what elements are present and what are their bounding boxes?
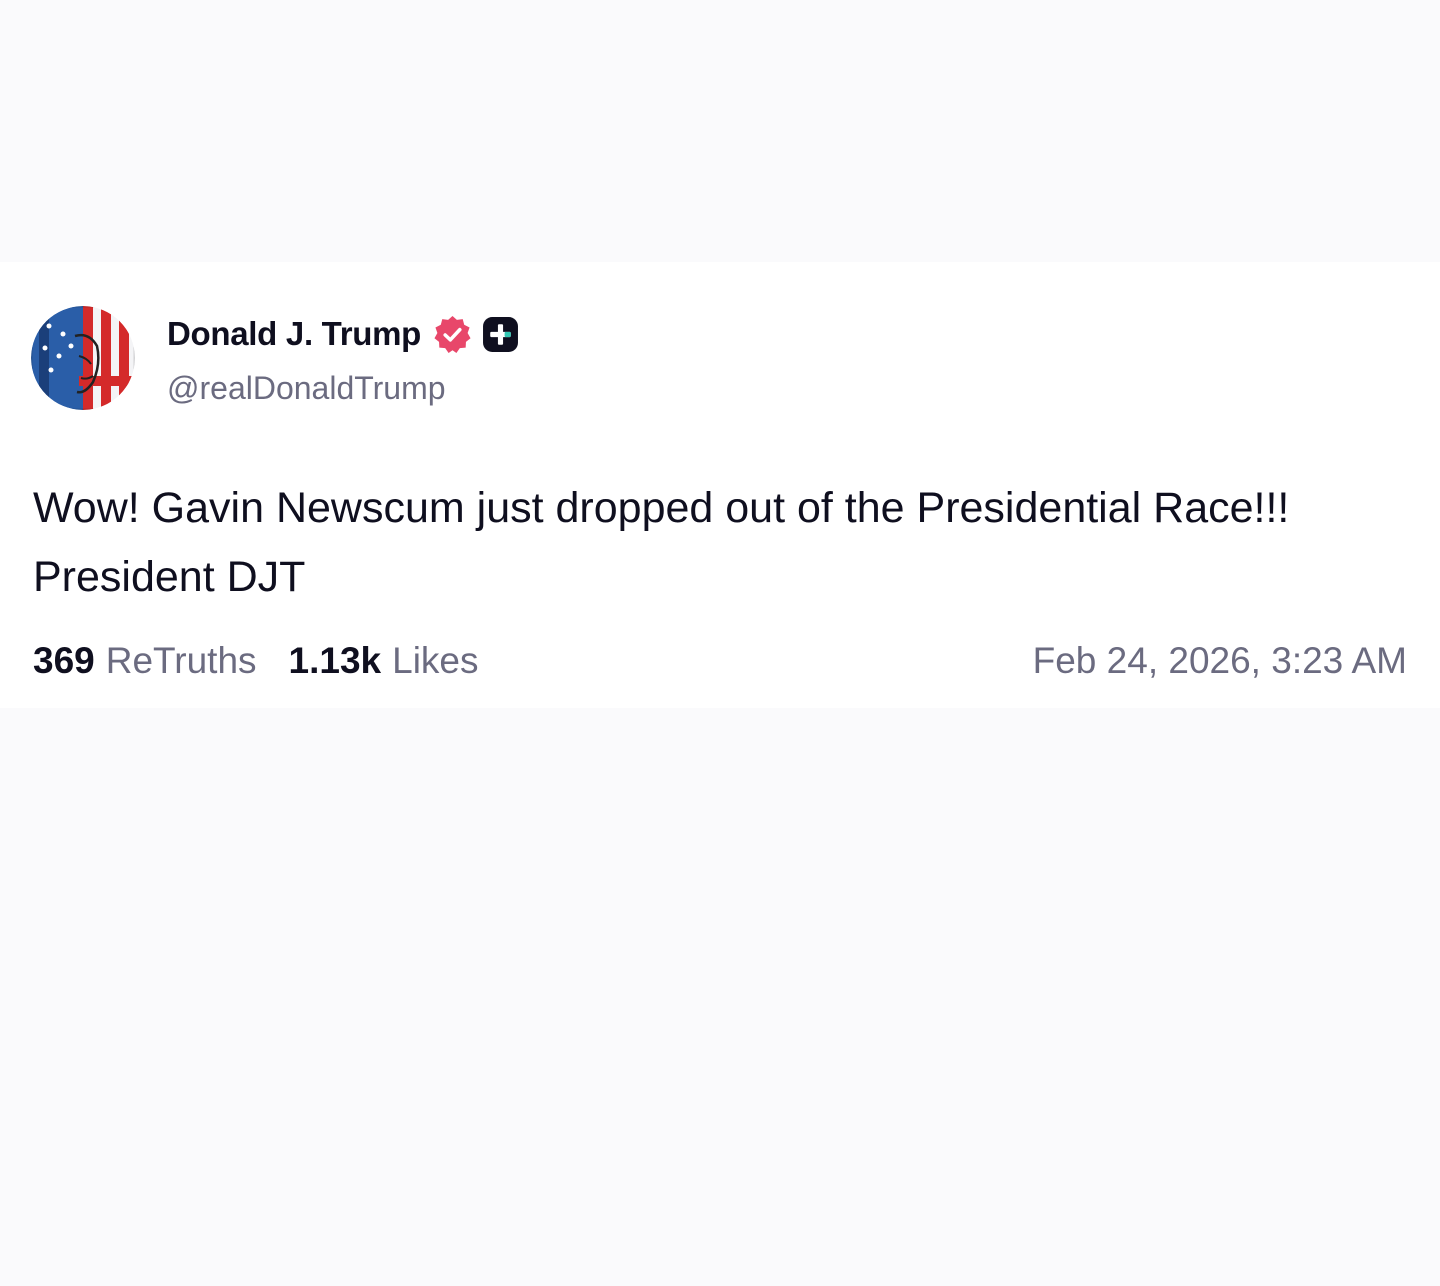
retruths-label: ReTruths: [105, 640, 257, 681]
author-display-name[interactable]: Donald J. Trump: [167, 315, 421, 353]
flag-portrait-avatar-icon: [31, 306, 135, 410]
author-name-row: Donald J. Trump: [167, 314, 519, 354]
likes-count: 1.13k: [288, 640, 382, 681]
plus-badge-icon: [482, 316, 519, 353]
retruths-stat[interactable]: 369 ReTruths: [33, 640, 257, 682]
post-body-text: Wow! Gavin Newscum just dropped out of t…: [33, 484, 1290, 601]
author-avatar[interactable]: [31, 306, 135, 410]
likes-stat[interactable]: 1.13k Likes: [289, 640, 479, 682]
post-timestamp[interactable]: Feb 24, 2026, 3:23 AM: [1033, 640, 1407, 682]
verified-badge-icon: [433, 315, 472, 354]
retruths-count: 369: [33, 640, 95, 681]
author-handle[interactable]: @realDonaldTrump: [167, 370, 446, 407]
post-stats: 369 ReTruths 1.13k Likes: [33, 640, 479, 682]
post-card: Donald J. Trump @realDonaldTrump Wow! Ga…: [0, 262, 1440, 708]
likes-label: Likes: [392, 640, 479, 681]
